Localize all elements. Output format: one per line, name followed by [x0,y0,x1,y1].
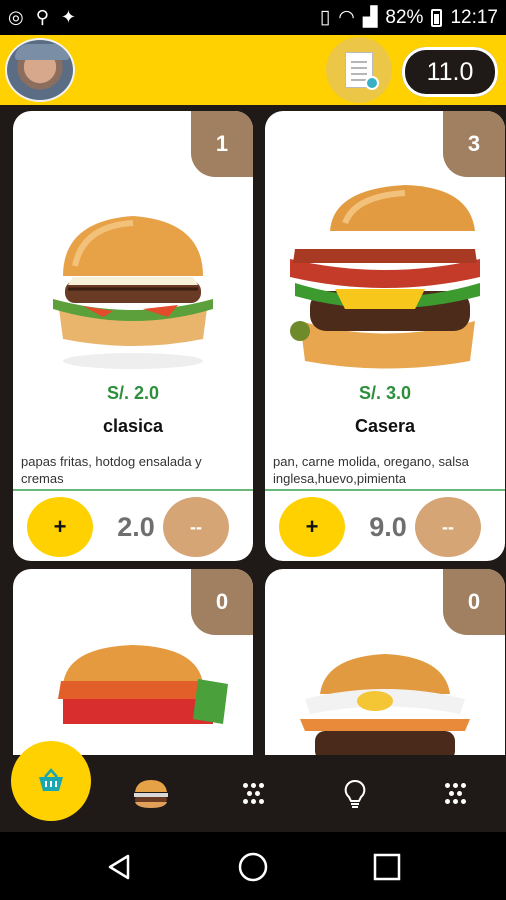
quantity-value: 9.0 [369,511,407,542]
product-price: S/. 3.0 [358,383,412,403]
product-grid: 1 S/. 2.0 clasica papas fritas, hotdog e… [0,105,506,755]
status-bar: ◎ ⚲ ✦ ▯ ◠ ▟ 82% 12:17 [0,0,506,35]
product-name: Casera [354,416,416,436]
receipt-button[interactable] [326,37,392,103]
quantity-controls: + 2.0 -- [13,493,253,561]
battery-percent: 82% [385,6,424,28]
remove-button[interactable]: -- [163,497,229,557]
product-image[interactable] [265,639,505,755]
add-button[interactable]: + [279,497,345,557]
avatar[interactable] [5,38,75,102]
home-button[interactable] [236,850,270,884]
quantity-value: 2.0 [117,511,155,542]
target-icon: ◎ [8,7,24,27]
add-button[interactable]: + [27,497,93,557]
product-card: 3 S/. 3.0 Casera pan, carne molida, oreg… [265,111,505,561]
product-card: 0 [13,569,253,755]
product-price: S/. 2.0 [106,383,160,403]
nav-menu-1[interactable] [234,777,274,811]
home-icon [238,852,268,882]
item-count-badge: 1 [191,111,253,177]
product-image[interactable] [265,171,505,381]
nav-ideas[interactable] [335,777,375,811]
android-icon: ✦ [60,7,76,27]
nav-burger[interactable] [131,777,171,811]
product-name: clasica [102,416,164,436]
bottom-nav [0,741,506,832]
recents-icon [373,853,401,881]
product-image[interactable] [13,639,253,755]
product-description: papas fritas, hotdog ensalada y cremas [21,454,202,486]
battery-icon [431,8,443,27]
wifi-icon: ◠ [338,7,355,28]
item-count-badge: 3 [443,111,505,177]
signal-icon: ▟ [362,7,378,28]
back-button[interactable] [102,850,136,884]
item-count-badge: 0 [191,569,253,635]
dots-grid-icon [445,783,467,805]
usb-icon: ⚲ [35,7,49,27]
nav-menu-2[interactable] [436,777,476,811]
basket-icon [39,768,63,791]
product-description: pan, carne molida, oregano, salsa ingles… [273,454,469,486]
product-image[interactable] [13,171,253,381]
dots-grid-icon [243,783,265,805]
android-nav-bar [0,832,506,900]
product-card: 0 [265,569,505,755]
remove-button[interactable]: -- [415,497,481,557]
lightbulb-icon [344,779,366,808]
divider [265,489,505,491]
clock: 12:17 [450,6,498,28]
back-icon [108,854,130,880]
receipt-badge [365,76,379,90]
app-header: 11.0 [0,35,506,105]
recents-button[interactable] [370,850,404,884]
burger-icon [134,780,168,808]
product-card: 1 S/. 2.0 clasica papas fritas, hotdog e… [13,111,253,561]
item-count-badge: 0 [443,569,505,635]
divider [13,489,253,491]
cart-button[interactable] [11,741,91,821]
vibrate-icon: ▯ [319,7,331,28]
order-total: 11.0 [402,47,498,97]
quantity-controls: + 9.0 -- [265,493,505,561]
